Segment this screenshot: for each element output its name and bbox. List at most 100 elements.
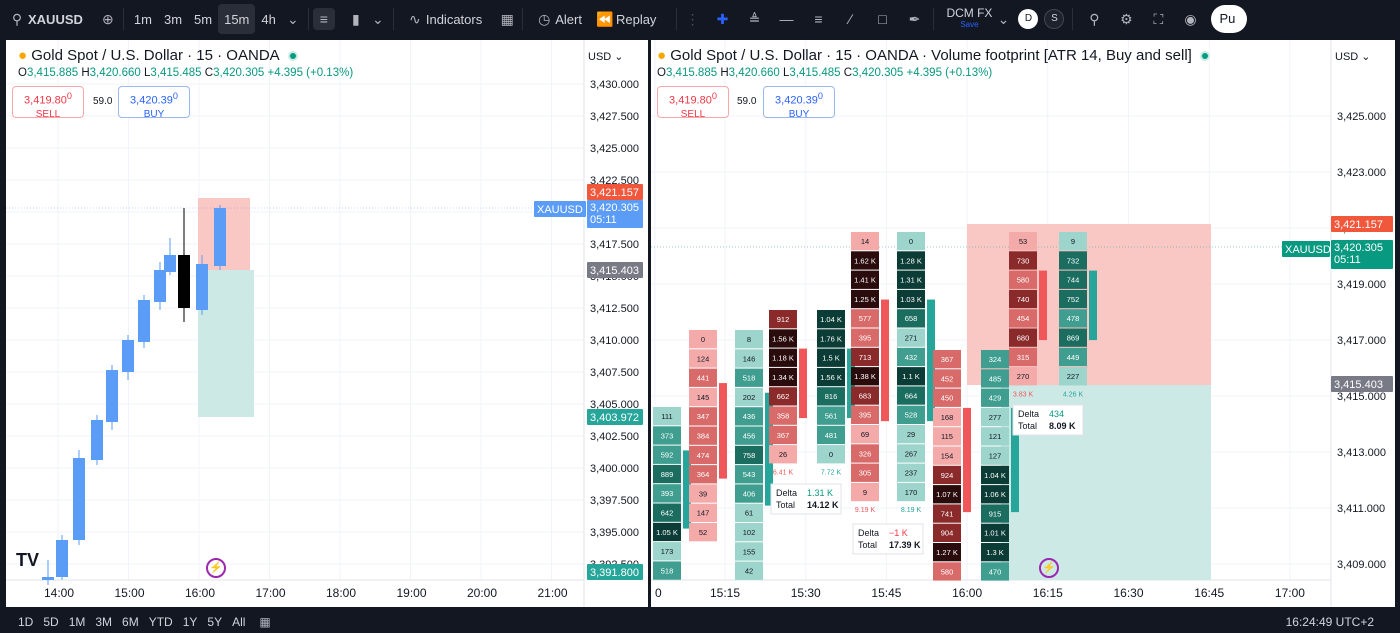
buy-button[interactable]: 3,420.390 BUY bbox=[763, 86, 835, 120]
divider bbox=[122, 8, 124, 30]
footprint-value: 744 bbox=[1067, 276, 1080, 285]
currency-selector[interactable]: USD ⌄ bbox=[588, 50, 624, 63]
bar-style-icon[interactable]: ≡ bbox=[312, 8, 335, 30]
symbol-search[interactable]: ⚲ XAUUSD bbox=[0, 4, 89, 34]
footprint-value: 1.56 K bbox=[772, 334, 794, 343]
clock-readout[interactable]: 16:24:49 UTC+2 bbox=[1286, 615, 1374, 629]
candles-icon[interactable]: ▮ bbox=[345, 8, 367, 30]
publish-button[interactable]: Pu bbox=[1211, 5, 1248, 33]
horizontal-ray-icon[interactable]: — bbox=[775, 8, 797, 30]
indicators-button[interactable]: ∿ Indicators bbox=[398, 4, 488, 34]
replay-button[interactable]: ⏪ Replay bbox=[588, 4, 662, 34]
interval-3m[interactable]: 3m bbox=[158, 4, 188, 34]
footprint-value: 53 bbox=[1019, 237, 1027, 246]
x-tick-label: 17:00 bbox=[256, 586, 286, 600]
divider bbox=[676, 8, 678, 30]
footprint-value: 456 bbox=[743, 432, 756, 441]
avatar-s[interactable]: S bbox=[1044, 9, 1065, 29]
settings-icon[interactable]: ⚙ bbox=[1115, 8, 1137, 30]
replay-label: Replay bbox=[615, 11, 657, 27]
footprint-value: 324 bbox=[989, 355, 1002, 364]
interval-15m[interactable]: 15m bbox=[218, 4, 256, 34]
chevron-down-icon[interactable]: ⌄ bbox=[282, 8, 304, 30]
alert-button[interactable]: ◷ Alert bbox=[527, 4, 588, 34]
y-tick-label: 3,395.000 bbox=[590, 527, 639, 539]
footprint-value: 111 bbox=[661, 412, 672, 421]
range-5d[interactable]: 5D bbox=[43, 615, 58, 629]
flash-icon[interactable]: ⚡ bbox=[1039, 558, 1059, 578]
range-1m[interactable]: 1M bbox=[69, 615, 86, 629]
footprint-value: 474 bbox=[697, 451, 710, 460]
footprint-value: 147 bbox=[697, 509, 710, 518]
fib-icon[interactable]: ≡ bbox=[807, 8, 829, 30]
trend-lines-icon[interactable]: ≜ bbox=[743, 8, 765, 30]
symbol-price-tag: XAUUSD bbox=[537, 204, 583, 216]
footprint-value: 904 bbox=[941, 529, 954, 538]
broker-selector[interactable]: DCM FX Save bbox=[946, 7, 992, 31]
right-chart-canvas[interactable]: 3,425.0003,423.0003,421.0003,419.0003,41… bbox=[651, 40, 1395, 607]
market-open-icon bbox=[1199, 51, 1210, 62]
shape-icon[interactable]: □ bbox=[871, 8, 893, 30]
interval-5m[interactable]: 5m bbox=[188, 4, 218, 34]
range-1y[interactable]: 1Y bbox=[183, 615, 198, 629]
left-chart-pane[interactable]: 3,430.0003,427.5003,425.0003,422.5003,42… bbox=[6, 40, 648, 607]
brush-icon[interactable]: ✒ bbox=[903, 8, 925, 30]
chevron-down-icon[interactable]: ⌄ bbox=[992, 8, 1014, 30]
currency-selector[interactable]: USD ⌄ bbox=[1335, 50, 1371, 63]
symbol-label: XAUUSD bbox=[28, 11, 83, 27]
chevron-down-icon[interactable]: ⌄ bbox=[367, 8, 389, 30]
right-chart-pane[interactable]: 3,425.0003,423.0003,421.0003,419.0003,41… bbox=[651, 40, 1395, 607]
right-ohlc: O3,415.885 H3,420.660 L3,415.485 C3,420.… bbox=[657, 67, 993, 79]
fullscreen-icon[interactable]: ⛶ bbox=[1147, 8, 1169, 30]
interval-4h[interactable]: 4h bbox=[255, 4, 281, 34]
flash-icon[interactable]: ⚡ bbox=[206, 558, 226, 578]
footprint-value: 102 bbox=[743, 528, 756, 537]
candle-body bbox=[73, 458, 85, 540]
footprint-value: 758 bbox=[743, 451, 756, 460]
footprint-value: 662 bbox=[777, 392, 790, 401]
crosshair-icon[interactable]: ✚ bbox=[711, 8, 733, 30]
range-6m[interactable]: 6M bbox=[122, 615, 139, 629]
drag-handle-icon[interactable]: ⋮ bbox=[681, 8, 703, 30]
range-ytd[interactable]: YTD bbox=[149, 615, 173, 629]
footprint-value: 29 bbox=[907, 430, 915, 439]
footprint-value: 485 bbox=[989, 374, 1002, 383]
footprint-value: 69 bbox=[861, 430, 869, 439]
y-tick-label: 3,413.000 bbox=[1337, 447, 1386, 459]
line-tool-icon[interactable]: ∕ bbox=[839, 8, 861, 30]
camera-icon[interactable]: ◉ bbox=[1179, 8, 1201, 30]
candle-body bbox=[154, 270, 166, 302]
footprint-value: 124 bbox=[697, 354, 710, 363]
total-label: Total bbox=[776, 500, 795, 510]
buy-button[interactable]: 3,420.390 BUY bbox=[118, 86, 190, 120]
avatar-d[interactable]: D bbox=[1018, 9, 1039, 29]
delta-label: Delta bbox=[776, 488, 797, 498]
footprint-value: 683 bbox=[859, 391, 872, 400]
footprint-value: 155 bbox=[743, 547, 756, 556]
range-5y[interactable]: 5Y bbox=[207, 615, 222, 629]
footprint-value: 518 bbox=[661, 566, 674, 575]
target-price-tag: 3,421.157 bbox=[1334, 219, 1383, 231]
delta-value: 434 bbox=[1049, 409, 1064, 419]
plus-circle-icon[interactable]: ⊕ bbox=[97, 8, 119, 30]
calendar-icon[interactable]: ▦ bbox=[259, 615, 270, 629]
footprint-value: 393 bbox=[661, 489, 674, 498]
range-3m[interactable]: 3M bbox=[95, 615, 112, 629]
y-tick-label: 3,407.500 bbox=[590, 367, 639, 379]
interval-1m[interactable]: 1m bbox=[128, 4, 158, 34]
delta-value: 1.31 K bbox=[807, 488, 833, 498]
left-title: Gold Spot / U.S. Dollar · 15 · OANDA bbox=[31, 47, 280, 64]
x-tick-label: 20:00 bbox=[467, 586, 497, 600]
footprint-value: 173 bbox=[661, 547, 674, 556]
footprint-value: 658 bbox=[905, 314, 918, 323]
range-all[interactable]: All bbox=[232, 615, 245, 629]
layout-icon[interactable]: ▦ bbox=[496, 8, 518, 30]
range-1d[interactable]: 1D bbox=[18, 615, 33, 629]
sell-button[interactable]: 3,419.800 SELL bbox=[12, 86, 84, 120]
footprint-value: 592 bbox=[661, 451, 674, 460]
left-chart-canvas[interactable]: 3,430.0003,427.5003,425.0003,422.5003,42… bbox=[6, 40, 648, 607]
magnifier-icon[interactable]: ⚲ bbox=[1083, 8, 1105, 30]
sell-button[interactable]: 3,419.800 SELL bbox=[657, 86, 729, 120]
total-label: Total bbox=[858, 540, 877, 550]
footprint-value: 1.62 K bbox=[854, 256, 876, 265]
